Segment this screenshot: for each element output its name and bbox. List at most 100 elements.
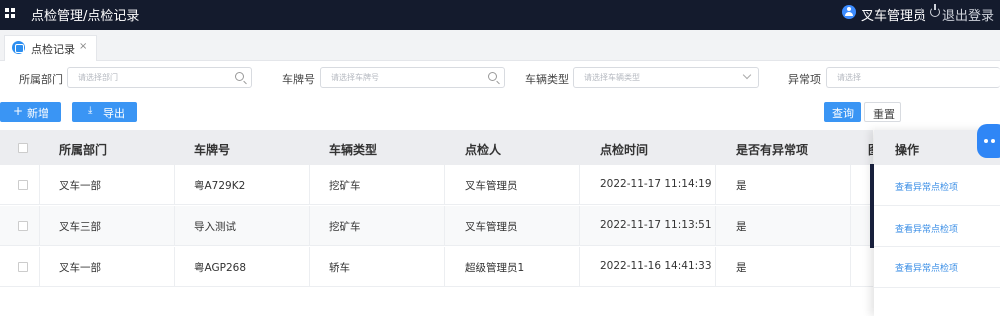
col-action: 操作	[895, 143, 920, 157]
plate-placeholder: 请选择车牌号	[331, 73, 379, 82]
col-divider	[579, 206, 580, 246]
cell-vehicle-type: 轿车	[329, 262, 350, 274]
reset-button[interactable]: 重置	[864, 102, 901, 122]
cell-inspector: 超级管理员1	[465, 262, 525, 274]
record-icon	[12, 41, 25, 54]
row-checkbox[interactable]	[18, 180, 28, 190]
row-checkbox[interactable]	[18, 262, 28, 272]
col-divider	[579, 247, 580, 287]
add-button[interactable]: + 新增	[0, 102, 61, 122]
col-dept[interactable]: 所属部门	[59, 141, 107, 158]
select-all-checkbox[interactable]	[18, 143, 28, 153]
row-divider	[874, 205, 1000, 206]
col-divider	[444, 206, 445, 246]
cell-vehicle-type: 挖矿车	[329, 221, 361, 233]
tab-bar: 点检记录 ×	[0, 30, 1000, 61]
cell-abnormal: 是	[736, 262, 747, 274]
cell-dept: 叉车一部	[59, 180, 101, 192]
cell-vehicle-type: 挖矿车	[329, 180, 361, 192]
dept-label: 所属部门	[19, 73, 63, 86]
search-icon	[235, 72, 244, 81]
user-avatar-icon	[842, 5, 856, 19]
abnormal-label: 异常项	[788, 73, 821, 86]
col-divider	[444, 165, 445, 205]
col-divider	[715, 165, 716, 205]
cell-dept: 叉车三部	[59, 221, 101, 233]
col-divider	[850, 206, 851, 246]
col-divider	[174, 247, 175, 287]
search-icon	[488, 72, 497, 81]
table-row[interactable]: 叉车一部 粤AGP268 轿车 超级管理员1 2022-11-16 14:41:…	[0, 247, 873, 287]
apps-grid-icon[interactable]	[5, 8, 15, 18]
col-divider	[715, 247, 716, 287]
col-divider	[39, 206, 40, 246]
add-button-label: 新增	[27, 107, 49, 120]
cell-plate: 粤A729K2	[194, 180, 246, 192]
cell-plate: 粤AGP268	[194, 262, 247, 274]
view-abnormal-link[interactable]: 查看异常点检项	[895, 261, 958, 274]
export-button-label: 导出	[103, 107, 125, 120]
cell-time: 2022-11-17 11:14:19	[600, 178, 712, 190]
vehicle-type-label: 车辆类型	[525, 73, 569, 86]
top-bar: 点检管理/点检记录 叉车管理员 退出登录	[0, 0, 1000, 30]
reset-button-label: 重置	[873, 108, 895, 121]
cell-time: 2022-11-16 14:41:33	[600, 260, 712, 272]
row-checkbox[interactable]	[18, 221, 28, 231]
power-icon[interactable]	[930, 4, 940, 17]
col-vehicle-type[interactable]: 车辆类型	[329, 141, 377, 158]
col-divider	[444, 247, 445, 287]
vehicle-type-placeholder: 请选择车辆类型	[584, 73, 640, 82]
col-divider	[174, 165, 175, 205]
dept-select[interactable]: 请选择部门	[67, 67, 252, 88]
row-divider	[874, 287, 1000, 288]
cell-abnormal: 是	[736, 180, 747, 192]
col-divider	[309, 165, 310, 205]
query-button-label: 查询	[832, 107, 854, 120]
header-divider	[921, 8, 922, 20]
table-header: 所属部门 车牌号 车辆类型 点检人 点检时间 是否有异常项 图	[0, 130, 873, 165]
dept-placeholder: 请选择部门	[78, 73, 118, 82]
col-divider	[579, 165, 580, 205]
cell-inspector: 叉车管理员	[465, 221, 518, 233]
col-divider	[309, 247, 310, 287]
col-inspection-time[interactable]: 点检时间	[600, 141, 648, 158]
table-row[interactable]: 叉车一部 粤A729K2 挖矿车 叉车管理员 2022-11-17 11:14:…	[0, 165, 873, 205]
action-column: 操作 查看异常点检项 查看异常点检项 查看异常点检项	[874, 130, 1000, 316]
tab-label: 点检记录	[31, 43, 75, 56]
view-abnormal-link[interactable]: 查看异常点检项	[895, 180, 958, 193]
col-plate[interactable]: 车牌号	[194, 141, 230, 158]
cell-inspector: 叉车管理员	[465, 180, 518, 192]
chat-bubble-icon[interactable]	[977, 124, 1000, 158]
tab-inspection-records[interactable]: 点检记录 ×	[4, 35, 97, 61]
username[interactable]: 叉车管理员	[861, 5, 926, 24]
col-divider	[39, 247, 40, 287]
query-button[interactable]: 查询	[824, 102, 861, 122]
close-icon[interactable]: ×	[79, 41, 87, 52]
col-divider	[309, 206, 310, 246]
col-partial: 图	[868, 141, 873, 158]
abnormal-select[interactable]: 请选择	[826, 67, 1000, 88]
col-divider	[174, 206, 175, 246]
col-divider	[715, 206, 716, 246]
col-divider	[850, 247, 851, 287]
logout-link[interactable]: 退出登录	[942, 5, 994, 24]
col-divider	[850, 165, 851, 205]
col-divider	[39, 165, 40, 205]
row-divider	[874, 246, 1000, 247]
col-abnormal[interactable]: 是否有异常项	[736, 141, 808, 158]
col-inspector[interactable]: 点检人	[465, 141, 501, 158]
cell-time: 2022-11-17 11:13:51	[600, 219, 712, 231]
cell-abnormal: 是	[736, 221, 747, 233]
export-button[interactable]: ⤓ 导出	[72, 102, 137, 122]
vehicle-type-select[interactable]: 请选择车辆类型	[573, 67, 759, 88]
plate-label: 车牌号	[282, 73, 315, 86]
chevron-down-icon	[742, 70, 752, 80]
view-abnormal-link[interactable]: 查看异常点检项	[895, 222, 958, 235]
cell-plate: 导入测试	[194, 221, 236, 233]
download-icon: ⤓	[88, 105, 93, 116]
page-title: 点检管理/点检记录	[31, 9, 140, 24]
table-row[interactable]: 叉车三部 导入测试 挖矿车 叉车管理员 2022-11-17 11:13:51 …	[0, 206, 873, 246]
cell-dept: 叉车一部	[59, 262, 101, 274]
plate-select[interactable]: 请选择车牌号	[320, 67, 505, 88]
abnormal-placeholder: 请选择	[837, 73, 861, 82]
